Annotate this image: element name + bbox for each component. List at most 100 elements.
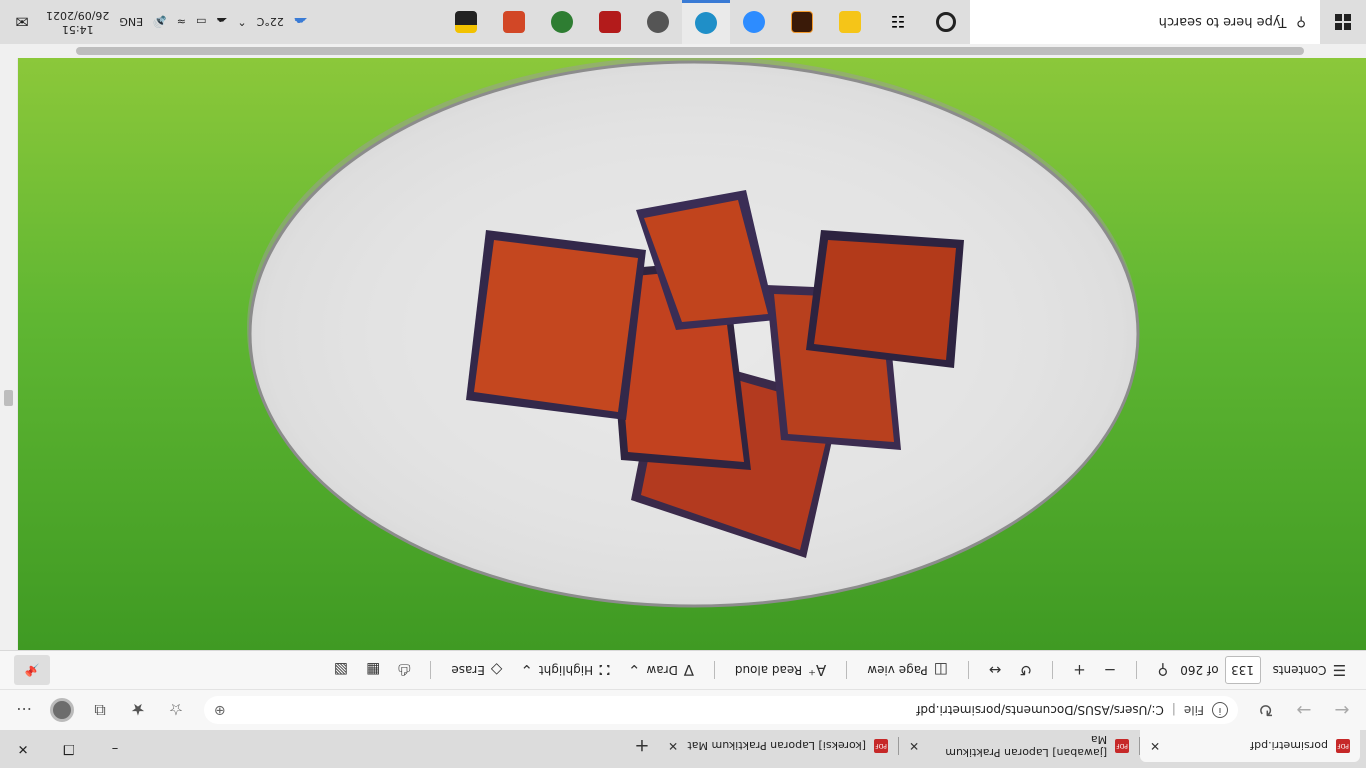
- pin-icon: 📌: [24, 663, 40, 677]
- new-tab-button[interactable]: +: [626, 730, 658, 762]
- highlight-button[interactable]: ⛚ Highlight ⌄: [514, 655, 616, 685]
- screen: PDF porsimetri.pdf ✕ PDF [jawaban] Lapor…: [0, 0, 1366, 768]
- pdf-file-icon: PDF: [874, 739, 888, 753]
- app-icon[interactable]: [634, 0, 682, 44]
- edge-icon[interactable]: [682, 0, 730, 44]
- print-button[interactable]: ⎙: [392, 655, 416, 685]
- page-number-input[interactable]: 133: [1224, 656, 1261, 684]
- more-menu-icon[interactable]: ⋯: [8, 695, 40, 725]
- weather-icon[interactable]: ☁: [294, 14, 308, 30]
- page-view-button[interactable]: ◫ Page view: [861, 655, 954, 685]
- taskbar: ⚲ Type here to search ☷ ☁ 22°C ⌃ ☁ ▭ ≈ 🔊…: [0, 0, 1366, 44]
- sticky-app-icon[interactable]: [442, 0, 490, 44]
- fit-page-button[interactable]: ↔: [983, 655, 1008, 685]
- toolbar-divider: [1136, 661, 1138, 679]
- close-tab-icon[interactable]: ✕: [668, 739, 678, 753]
- volume-icon[interactable]: 🔊: [153, 16, 167, 29]
- favorites-list-icon[interactable]: ★: [122, 695, 154, 725]
- save-icon: ▦: [366, 661, 381, 679]
- profile-avatar[interactable]: [46, 695, 78, 725]
- info-icon[interactable]: i: [1212, 702, 1228, 718]
- toolbar-divider: [713, 661, 715, 679]
- erase-label: Erase: [451, 663, 485, 677]
- contents-button[interactable]: ☰ Contents: [1267, 655, 1352, 685]
- notification-icon[interactable]: ✉: [8, 8, 36, 36]
- read-aloud-label: Read aloud: [734, 663, 803, 677]
- url-field[interactable]: i File | C:/Users/ASUS/Documents/porsime…: [204, 696, 1238, 724]
- url-scheme: File: [1183, 703, 1204, 717]
- tab-jawaban[interactable]: PDF [jawaban] Laporan Praktikum Ma ✕: [899, 730, 1139, 762]
- scrollbar-thumb[interactable]: [4, 390, 13, 406]
- rotate-button[interactable]: ↺: [1014, 655, 1039, 685]
- spss-icon[interactable]: [586, 0, 634, 44]
- powerpoint-icon[interactable]: [490, 0, 538, 44]
- vertical-scrollbar[interactable]: [0, 44, 17, 650]
- highlight-label: Highlight: [538, 663, 594, 677]
- battery-icon[interactable]: ▭: [196, 16, 206, 29]
- language-indicator[interactable]: ENG: [119, 16, 143, 29]
- back-button[interactable]: ←: [1326, 695, 1358, 725]
- weather-temp[interactable]: 22°C: [257, 16, 284, 29]
- tray-chevron-icon[interactable]: ⌃: [237, 16, 246, 29]
- minus-icon: −: [1103, 661, 1117, 679]
- find-button[interactable]: ⚲: [1151, 655, 1174, 685]
- tab-koreksi[interactable]: PDF [koreksi] Laporan Praktikum Mat ✕: [658, 730, 898, 762]
- toolbar-divider: [846, 661, 848, 679]
- pdf-file-icon: PDF: [1336, 739, 1350, 753]
- plus-icon: +: [1073, 661, 1086, 679]
- restore-button[interactable]: ❐: [46, 730, 92, 768]
- highlight-icon: ⛚: [599, 661, 610, 679]
- task-view-icon[interactable]: ☷: [874, 0, 922, 44]
- window-controls: – ❐ ✕: [0, 730, 138, 768]
- wifi-icon[interactable]: ≈: [177, 16, 186, 29]
- search-placeholder: Type here to search: [1158, 14, 1287, 30]
- printer-icon: ⎙: [398, 661, 411, 679]
- chevron-down-icon[interactable]: ⌄: [520, 661, 533, 679]
- favorite-icon[interactable]: ☆: [160, 695, 192, 725]
- close-tab-icon[interactable]: ✕: [1150, 739, 1160, 753]
- url-separator: |: [1171, 703, 1176, 717]
- python-icon[interactable]: [826, 0, 874, 44]
- food-photo: [18, 54, 1366, 650]
- zoom-in-button[interactable]: +: [1067, 655, 1092, 685]
- onedrive-icon[interactable]: ☁: [216, 16, 227, 29]
- read-aloud-button[interactable]: A⁺ Read aloud: [729, 655, 832, 685]
- zoom-out-button[interactable]: −: [1098, 655, 1123, 685]
- draw-label: Draw: [646, 663, 678, 677]
- taskbar-search-input[interactable]: ⚲ Type here to search: [970, 0, 1320, 44]
- clock[interactable]: 14:51 26/09/2021: [46, 8, 109, 36]
- clock-time: 14:51: [61, 23, 94, 36]
- windows-start-icon[interactable]: [1320, 0, 1366, 44]
- eraser-icon: ◇: [490, 661, 503, 679]
- toolbar-divider: [1052, 661, 1054, 679]
- rotate-icon: ↺: [1019, 661, 1033, 679]
- chrome-icon[interactable]: [538, 0, 586, 44]
- cortana-icon[interactable]: [922, 0, 970, 44]
- horizontal-scrollbar[interactable]: [0, 44, 1366, 58]
- read-aloud-icon: A⁺: [808, 661, 827, 679]
- forward-button[interactable]: →: [1288, 695, 1320, 725]
- toolbar-divider: [430, 661, 432, 679]
- save-button[interactable]: ▦: [360, 655, 386, 685]
- save-as-button[interactable]: ▧: [328, 655, 354, 685]
- tab-strip: PDF porsimetri.pdf ✕ PDF [jawaban] Lapor…: [0, 730, 1366, 768]
- pin-toolbar-button[interactable]: 📌: [14, 655, 50, 685]
- tab-porsimetri[interactable]: PDF porsimetri.pdf ✕: [1140, 730, 1360, 762]
- scrollbar-thumb[interactable]: [76, 47, 1304, 55]
- refresh-button[interactable]: ↻: [1250, 695, 1282, 725]
- zoom-icon[interactable]: ⊕: [214, 702, 226, 718]
- collections-icon[interactable]: ⧉: [84, 695, 116, 725]
- search-icon: ⚲: [1157, 661, 1169, 679]
- illustrator-icon[interactable]: [778, 0, 826, 44]
- tab-label: porsimetri.pdf: [1250, 739, 1328, 753]
- close-tab-icon[interactable]: ✕: [909, 739, 919, 753]
- pdf-file-icon: PDF: [1115, 739, 1129, 753]
- minimize-button[interactable]: –: [92, 730, 138, 768]
- erase-button[interactable]: ◇ Erase: [445, 655, 508, 685]
- chevron-down-icon[interactable]: ⌄: [628, 661, 641, 679]
- zoom-app-icon[interactable]: [730, 0, 778, 44]
- contents-icon: ☰: [1332, 661, 1346, 679]
- close-window-button[interactable]: ✕: [0, 730, 46, 768]
- draw-button[interactable]: ∇ Draw ⌄: [622, 655, 700, 685]
- pdf-toolbar: ☰ Contents 133 of 260 ⚲ − + ↺ ↔ ◫ Page v…: [0, 650, 1366, 690]
